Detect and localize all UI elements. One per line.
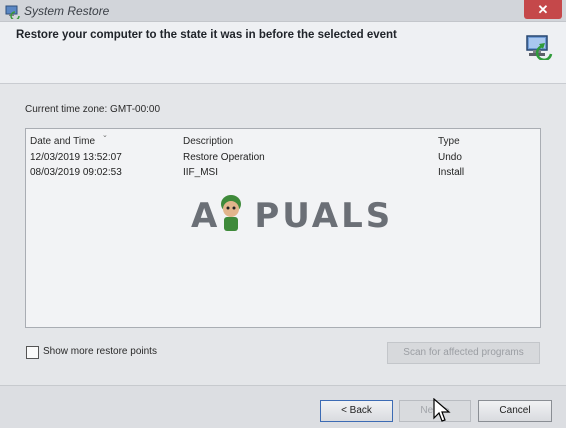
show-more-label[interactable]: Show more restore points [43, 346, 157, 357]
window-title: System Restore [24, 4, 110, 18]
sort-chevron-icon: ⌄ [102, 132, 108, 139]
column-header-description[interactable]: Description [183, 136, 233, 147]
row-date: 12/03/2019 13:52:07 [30, 152, 122, 163]
timezone-label: Current time zone: GMT-00:00 [25, 104, 161, 115]
system-restore-app-icon [5, 5, 20, 19]
close-icon: ✕ [537, 2, 549, 17]
column-header-date[interactable]: Date and Time [30, 136, 95, 147]
appuals-mascot-icon [221, 195, 241, 231]
close-button[interactable]: ✕ [524, 0, 562, 19]
back-button[interactable]: < Back [320, 400, 393, 422]
row-date: 08/03/2019 09:02:53 [30, 167, 122, 178]
show-more-checkbox[interactable] [26, 346, 39, 359]
title-bar: System Restore ✕ [0, 0, 566, 22]
mouse-cursor-icon [433, 398, 451, 422]
scan-affected-programs-button[interactable]: Scan for affected programs [387, 342, 540, 364]
column-header-type[interactable]: Type [438, 136, 460, 147]
row-description: Restore Operation [183, 152, 265, 163]
cancel-button[interactable]: Cancel [478, 400, 552, 422]
header-instruction: Restore your computer to the state it wa… [16, 29, 397, 41]
system-restore-icon [526, 35, 553, 60]
row-description: IIF_MSI [183, 167, 219, 178]
header-band: Restore your computer to the state it wa… [0, 22, 566, 84]
row-type: Install [438, 167, 465, 178]
watermark-right: PUALS [254, 196, 394, 236]
row-type: Undo [438, 152, 462, 163]
